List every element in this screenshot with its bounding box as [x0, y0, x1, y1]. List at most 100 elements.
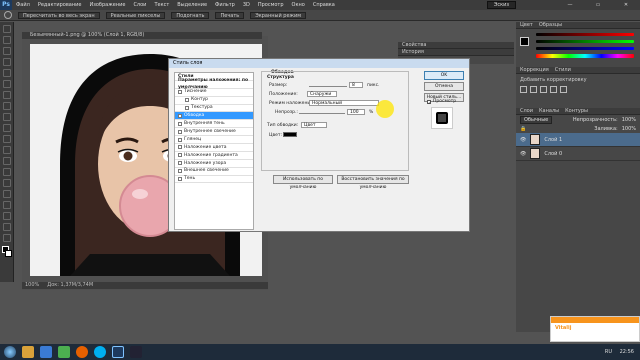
chat-notification[interactable]: Vitalij: [550, 316, 640, 342]
style-checkbox[interactable]: [178, 121, 182, 126]
style-checkbox[interactable]: [178, 145, 182, 150]
style-checkbox[interactable]: [178, 129, 182, 134]
opacity-field[interactable]: 100: [347, 109, 365, 115]
history-brush-tool-icon[interactable]: [2, 124, 11, 132]
actual-pixels-button[interactable]: Реальные пикселы: [105, 11, 166, 19]
lasso-tool-icon[interactable]: [2, 47, 11, 55]
hand-tool-icon[interactable]: [2, 223, 11, 231]
torrent-icon[interactable]: [58, 346, 70, 358]
history-tab[interactable]: История: [398, 49, 514, 56]
position-select[interactable]: Снаружи: [307, 91, 337, 97]
healing-tool-icon[interactable]: [2, 91, 11, 99]
crop-tool-icon[interactable]: [2, 69, 11, 77]
language-indicator[interactable]: RU: [605, 349, 612, 355]
menu-item-help[interactable]: Справка: [309, 2, 339, 8]
red-slider[interactable]: [536, 33, 634, 36]
print-button[interactable]: Печать: [215, 11, 245, 19]
eye-icon[interactable]: 👁: [520, 137, 526, 143]
tab-layers[interactable]: Слои: [520, 108, 533, 114]
pen-tool-icon[interactable]: [2, 179, 11, 187]
lock-icon[interactable]: 🔒: [520, 126, 526, 132]
green-slider[interactable]: [536, 40, 634, 43]
stamp-tool-icon[interactable]: [2, 113, 11, 121]
use-default-button[interactable]: Использовать по умолчанию: [273, 175, 333, 190]
layer-blend-mode[interactable]: Обычные: [520, 115, 553, 124]
layer-name[interactable]: Слой 0: [544, 151, 562, 157]
clock[interactable]: 22:56: [620, 349, 634, 355]
brightness-icon[interactable]: [520, 86, 527, 93]
menu-item-edit[interactable]: Редактирование: [34, 2, 86, 8]
menu-item-file[interactable]: Файл: [12, 2, 34, 8]
style-checkbox[interactable]: [178, 169, 182, 174]
menu-item-window[interactable]: Окно: [288, 2, 309, 8]
menu-item-image[interactable]: Изображение: [85, 2, 129, 8]
curves-icon[interactable]: [540, 86, 547, 93]
spectrum-bar[interactable]: [536, 54, 634, 58]
size-slider[interactable]: [309, 86, 347, 87]
style-checkbox[interactable]: [185, 106, 189, 110]
fit-screen-button[interactable]: Пересчитать во весь экран: [18, 11, 100, 19]
restore-default-button[interactable]: Восстановить значения по умолчанию: [337, 175, 409, 190]
eye-icon[interactable]: 👁: [520, 151, 526, 157]
menu-item-view[interactable]: Просмотр: [254, 2, 288, 8]
tab-color[interactable]: Цвет: [520, 22, 533, 28]
eraser-tool-icon[interactable]: [2, 135, 11, 143]
layer-fill-value[interactable]: 100%: [622, 126, 640, 132]
style-list-item[interactable]: Контур: [175, 97, 253, 105]
fit-button[interactable]: Подогнать: [171, 11, 210, 19]
skype-icon[interactable]: [94, 346, 106, 358]
style-checkbox[interactable]: [178, 153, 182, 158]
tab-styles[interactable]: Стили: [555, 67, 571, 73]
style-checkbox[interactable]: [178, 90, 182, 95]
style-list-item[interactable]: Тень: [175, 176, 253, 184]
dodge-tool-icon[interactable]: [2, 168, 11, 176]
gradient-tool-icon[interactable]: [2, 146, 11, 154]
style-checkbox[interactable]: [178, 177, 182, 182]
stroke-color-swatch[interactable]: [283, 132, 297, 137]
background-color-swatch[interactable]: [5, 250, 12, 257]
style-checkbox[interactable]: [178, 161, 182, 166]
minimize-button[interactable]: —: [556, 2, 584, 8]
fill-type-select[interactable]: Цвет: [301, 122, 327, 128]
menu-item-layers[interactable]: Слои: [129, 2, 150, 8]
preview-checkbox[interactable]: ✓: [427, 99, 431, 104]
path-select-tool-icon[interactable]: [2, 201, 11, 209]
layer-name[interactable]: Слой 1: [544, 137, 562, 143]
brush-tool-icon[interactable]: [2, 102, 11, 110]
exposure-icon[interactable]: [550, 86, 557, 93]
layer-row[interactable]: 👁 Слой 1: [516, 133, 640, 147]
zoom-tool-icon[interactable]: [2, 234, 11, 242]
properties-tab[interactable]: Свойства: [398, 42, 514, 49]
levels-icon[interactable]: [530, 86, 537, 93]
move-tool-icon[interactable]: [2, 25, 11, 33]
firefox-icon[interactable]: [76, 346, 88, 358]
tab-channels[interactable]: Каналы: [539, 108, 559, 114]
type-tool-icon[interactable]: [2, 190, 11, 198]
layer-opacity-value[interactable]: 100%: [622, 117, 640, 123]
zoom-level[interactable]: 100%: [25, 282, 39, 289]
preview-checkbox-row[interactable]: ✓ Просмотр: [427, 99, 456, 104]
ok-button[interactable]: OK: [424, 71, 464, 80]
layer-row[interactable]: 👁 Слой 0: [516, 147, 640, 161]
close-button[interactable]: ✕: [612, 2, 640, 8]
blend-select[interactable]: Нормальный: [309, 100, 379, 106]
maximize-button[interactable]: ▭: [584, 2, 612, 8]
screen-mode-button[interactable]: Экранный режим: [250, 11, 307, 19]
dialog-title[interactable]: Стиль слоя: [169, 59, 469, 68]
fg-color-swatch[interactable]: [520, 37, 529, 46]
marquee-tool-icon[interactable]: [2, 36, 11, 44]
style-checkbox[interactable]: [178, 137, 182, 142]
vibrance-icon[interactable]: [560, 86, 567, 93]
start-icon[interactable]: [4, 346, 16, 358]
tab-paths[interactable]: Контуры: [565, 108, 588, 114]
style-checkbox[interactable]: [178, 113, 182, 118]
photoshop-taskbar-icon[interactable]: [112, 346, 124, 358]
style-checkbox[interactable]: [185, 98, 189, 103]
menu-item-text[interactable]: Текст: [150, 2, 173, 8]
blur-tool-icon[interactable]: [2, 157, 11, 165]
explorer-icon[interactable]: [22, 346, 34, 358]
eyedropper-tool-icon[interactable]: [2, 80, 11, 88]
document-tab[interactable]: Безымянный-1.png @ 100% (Слой 1, RGB/8): [22, 32, 262, 39]
shape-tool-icon[interactable]: [2, 212, 11, 220]
cancel-button[interactable]: Отмена: [424, 82, 464, 91]
